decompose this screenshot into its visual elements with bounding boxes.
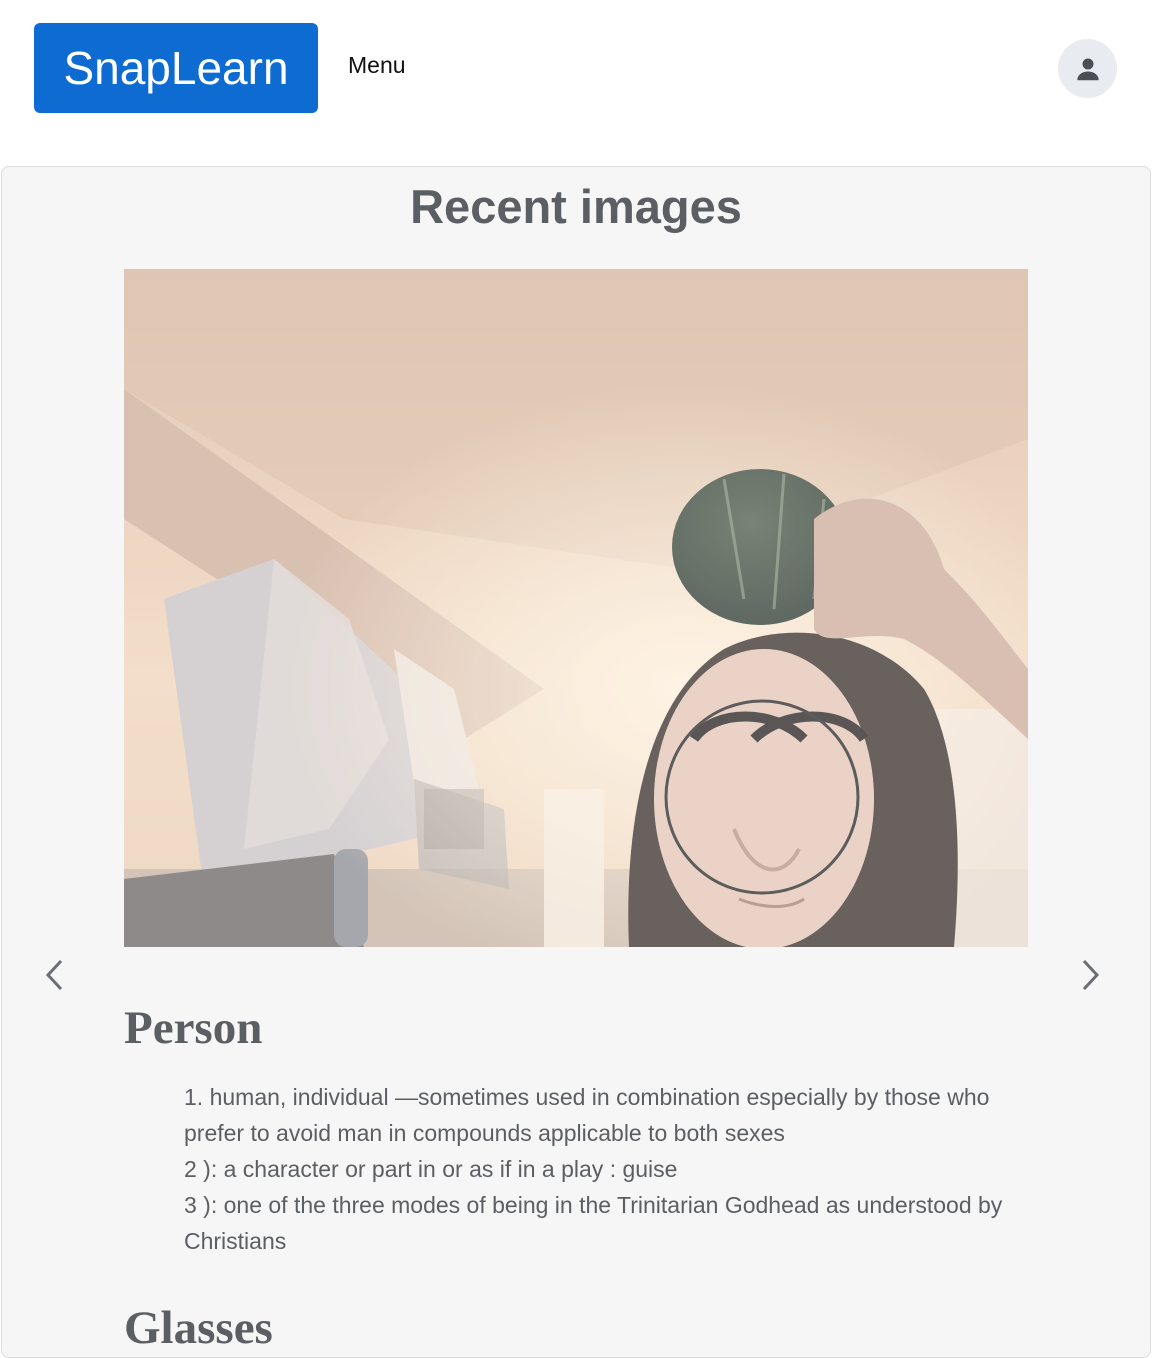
definition-list: 1. human, individual —sometimes used in … <box>184 1079 1034 1259</box>
brand-logo-button[interactable]: SnapLearn <box>34 23 318 113</box>
definition-item: 3 ): one of the three modes of being in … <box>184 1192 1003 1254</box>
section-title: Recent images <box>410 180 742 233</box>
recent-images-card: Recent images Person 1. human, individua… <box>1 166 1151 1358</box>
carousel-prev-button[interactable] <box>35 955 75 995</box>
menu-link[interactable]: Menu <box>348 52 406 79</box>
recent-image-photo[interactable] <box>124 269 1028 947</box>
user-icon <box>1076 58 1099 80</box>
term-heading-glasses: Glasses <box>124 1302 273 1354</box>
user-avatar-button[interactable] <box>1058 39 1117 98</box>
chevron-left-icon <box>45 959 63 991</box>
definition-item: 2 ): a character or part in or as if in … <box>184 1156 678 1182</box>
top-navbar: SnapLearn Menu <box>0 0 1152 136</box>
photo-illustration <box>124 269 1028 947</box>
definition-item: 1. human, individual —sometimes used in … <box>184 1084 990 1146</box>
chevron-right-icon <box>1082 959 1100 991</box>
carousel-next-button[interactable] <box>1070 955 1110 995</box>
term-heading-person: Person <box>124 1002 263 1054</box>
